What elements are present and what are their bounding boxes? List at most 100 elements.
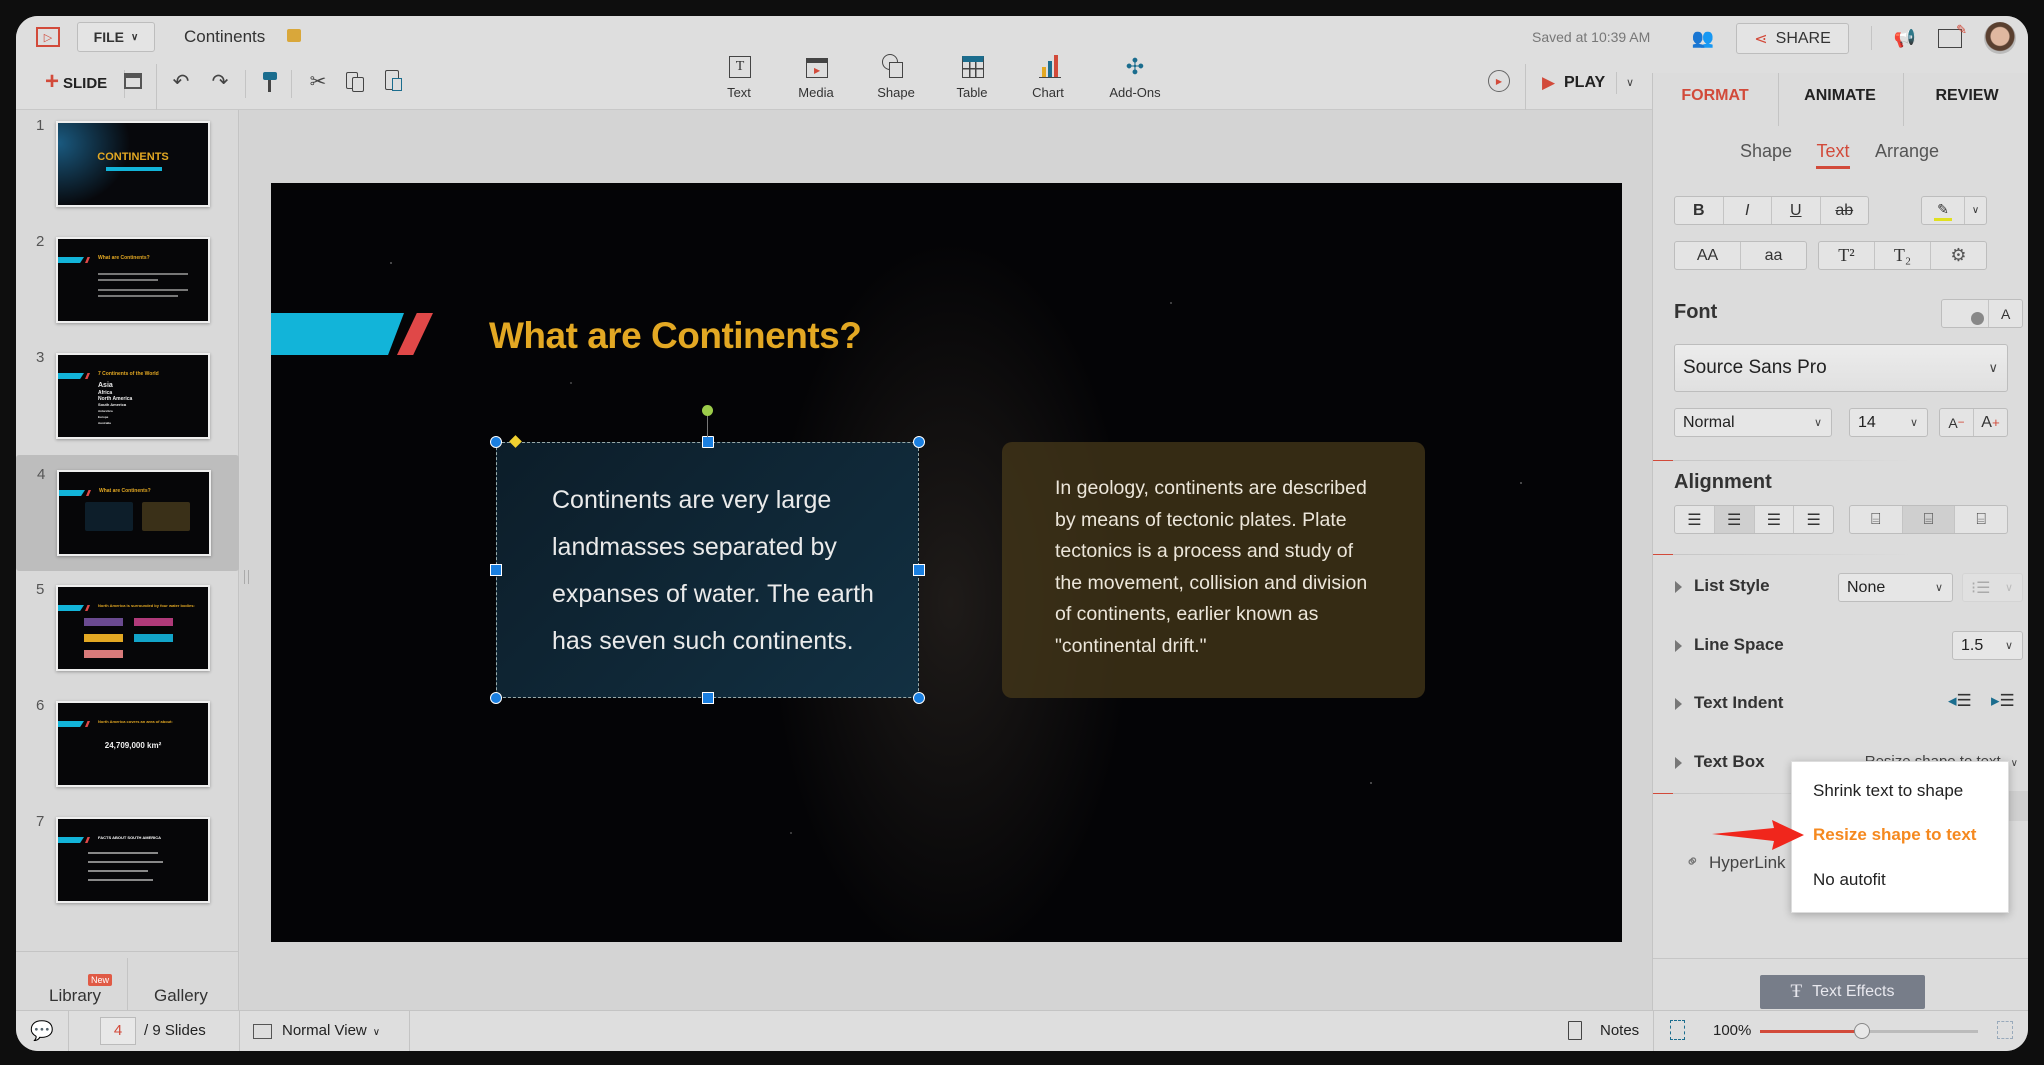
thumbnail-slide-4[interactable]: 4 What are Continents? [16,455,239,571]
tab-format[interactable]: FORMAT [1681,87,1748,105]
puzzle-icon[interactable]: ✣ [1122,54,1148,80]
zoom-slider[interactable] [1760,1023,1978,1039]
subscript-button[interactable]: T₂ [1875,242,1931,269]
list-style-select[interactable]: None ∨ [1838,573,1953,602]
slideshow-settings-icon[interactable]: ▶ [1488,70,1510,92]
slide[interactable]: What are Continents? Continents are very… [271,183,1622,942]
resize-handle-bottom-left[interactable] [490,692,502,704]
redo-icon[interactable]: ↷ [209,69,231,93]
collaborators-icon[interactable]: 👥 [1688,26,1718,50]
paste-icon[interactable] [385,70,402,91]
chevron-down-icon[interactable]: ∨ [1965,197,1986,224]
format-painter-icon[interactable] [263,72,277,92]
increase-indent-icon[interactable]: ▸☰ [1991,691,2015,711]
layout-icon[interactable] [124,73,142,89]
thumbnail-slide-2[interactable]: 2 What are Continents? [16,223,239,339]
zoom-slider-knob[interactable] [1854,1023,1871,1039]
chart-icon[interactable] [1039,54,1061,78]
font-weight-select[interactable]: Normal ∨ [1674,408,1832,437]
play-button[interactable]: PLAY [1564,74,1605,92]
gallery-tab[interactable]: Gallery [154,986,208,1006]
play-options-chevron-icon[interactable]: ∨ [1626,76,1634,89]
resize-handle-right[interactable] [913,564,925,576]
view-mode-select[interactable]: Normal View ∨ [282,1022,380,1039]
font-family-select[interactable]: Source Sans Pro ∨ [1674,344,2008,392]
decrease-font-size-button[interactable]: A − [1940,409,1974,436]
line-space-row[interactable]: Line Space [1675,635,1784,655]
italic-button[interactable]: I [1724,197,1772,224]
menu-item-no-autofit[interactable]: No autofit [1813,870,1886,890]
document-title[interactable]: Continents [184,27,265,47]
insert-table-button[interactable]: Table [956,85,987,100]
resize-handle-top-left[interactable] [490,436,502,448]
panel-resize-handle[interactable] [244,570,249,584]
font-color-picker[interactable] [1942,300,1990,327]
line-space-select[interactable]: 1.5 ∨ [1952,631,2023,660]
thumbnail-slide-5[interactable]: 5 North America is surrounded by four wa… [16,571,239,687]
resize-handle-top[interactable] [702,436,714,448]
feedback-mail-icon[interactable]: ✎ [1938,22,1967,48]
tab-animate[interactable]: ANIMATE [1804,87,1876,105]
menu-item-shrink-text[interactable]: Shrink text to shape [1813,781,1963,801]
resize-handle-bottom[interactable] [702,692,714,704]
share-button[interactable]: ⋖ SHARE [1736,23,1849,54]
align-left-icon[interactable]: ☰ [1675,506,1715,533]
align-bottom-icon[interactable]: ⌸ [1955,506,2007,533]
align-right-icon[interactable]: ☰ [1755,506,1795,533]
fit-to-window-icon[interactable] [1670,1020,1685,1040]
align-middle-icon[interactable]: ⌸ [1902,506,1956,533]
shape-icon[interactable] [882,54,903,78]
align-center-icon[interactable]: ☰ [1714,506,1755,533]
slide-title[interactable]: What are Continents? [489,315,862,357]
insert-addons-button[interactable]: Add-Ons [1109,85,1160,100]
hyperlink-icon[interactable]: ⚭ [1681,850,1705,874]
subtab-arrange[interactable]: Arrange [1875,141,1939,162]
table-icon[interactable] [962,56,984,78]
insert-media-button[interactable]: Media [798,85,833,100]
library-tab[interactable]: Library [49,986,101,1006]
text-box-row[interactable]: Text Box [1675,752,1765,772]
current-page-input[interactable]: 4 [100,1017,136,1045]
folder-icon[interactable] [287,29,301,42]
strikethrough-button[interactable]: ab [1821,197,1869,224]
insert-text-button[interactable]: Text [727,85,751,100]
thumbnail-slide-3[interactable]: 3 7 Continents of the World Asia Africa No… [16,339,239,455]
thumbnail-slide-1[interactable]: 1 CONTINENTS [16,107,239,223]
increase-font-size-button[interactable]: A + [1974,409,2007,436]
align-top-icon[interactable]: ⌸ [1850,506,1903,533]
subtab-text[interactable]: Text [1816,141,1849,162]
file-menu-button[interactable]: FILE ∨ [77,22,155,52]
uppercase-button[interactable]: AA [1675,242,1741,269]
subtab-shape[interactable]: Shape [1740,141,1792,162]
menu-item-resize-shape[interactable]: Resize shape to text [1813,825,1976,845]
resize-handle-bottom-right[interactable] [913,692,925,704]
chat-icon[interactable]: 💬 [30,1019,54,1043]
underline-button[interactable]: U [1772,197,1821,224]
copy-icon[interactable] [346,72,364,92]
notes-button[interactable]: Notes [1600,1022,1639,1039]
hyperlink-label[interactable]: HyperLink [1709,853,1786,873]
user-avatar[interactable] [1984,22,2016,54]
rotate-handle[interactable] [702,405,713,416]
align-justify-icon[interactable]: ☰ [1794,506,1833,533]
insert-chart-button[interactable]: Chart [1032,85,1064,100]
text-indent-row[interactable]: Text Indent [1675,693,1783,713]
text-settings-gear-icon[interactable]: ⚙ [1931,242,1986,269]
media-icon[interactable]: ▶ [806,58,828,78]
font-size-select[interactable]: 14 ∨ [1849,408,1928,437]
text-box-selected[interactable]: Continents are very large landmasses sep… [496,442,919,698]
cut-icon[interactable]: ✂ [306,68,330,94]
insert-shape-button[interactable]: Shape [877,85,915,100]
text-box-secondary[interactable]: In geology, continents are described by … [1002,442,1425,698]
app-logo-icon[interactable]: ▷ [36,27,60,47]
bullet-type-select[interactable]: ⁝☰ ∨ [1962,573,2023,602]
decrease-indent-icon[interactable]: ◂☰ [1948,691,1972,711]
fullscreen-icon[interactable] [1997,1021,2013,1039]
superscript-button[interactable]: T² [1819,242,1875,269]
resize-handle-top-right[interactable] [913,436,925,448]
add-slide-button[interactable]: SLIDE [63,75,107,92]
list-style-row[interactable]: List Style [1675,576,1770,596]
thumbnail-slide-7[interactable]: 7 FACTS ABOUT SOUTH AMERICA [16,803,239,919]
resize-handle-left[interactable] [490,564,502,576]
lowercase-button[interactable]: aa [1741,242,1806,269]
